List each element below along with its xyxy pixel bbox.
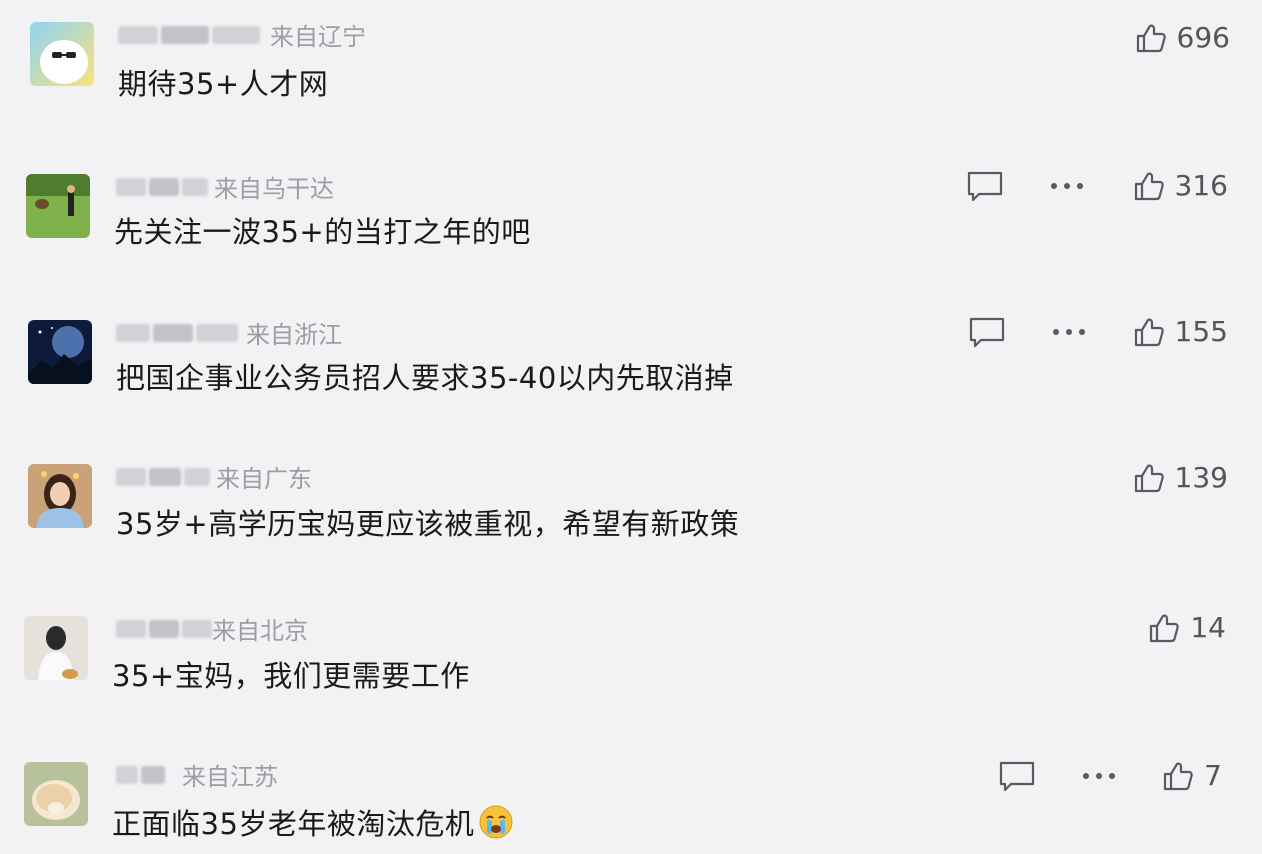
thumbs-up-icon[interactable] (1148, 612, 1180, 644)
comment-bubble-icon[interactable] (998, 759, 1036, 793)
like-count: 316 (1174, 169, 1228, 202)
location-label: 来自北京 (212, 617, 308, 645)
avatar[interactable] (28, 464, 92, 528)
more-dots-icon[interactable] (1052, 328, 1086, 336)
avatar[interactable] (30, 22, 94, 86)
location-label: 来自广东 (216, 465, 312, 493)
comment-text-content: 正面临35岁老年被淘汰危机 (112, 807, 475, 841)
location-label: 来自乌干达 (214, 175, 334, 203)
comment-text: 35岁+高学历宝妈更应该被重视，希望有新政策 (116, 507, 740, 541)
comment-text: 35+宝妈，我们更需要工作 (112, 659, 470, 693)
avatar-image (26, 174, 90, 238)
thumbs-up-icon[interactable] (1162, 760, 1194, 792)
like-count: 14 (1190, 611, 1226, 644)
like-count: 7 (1204, 759, 1222, 792)
comment-text: 正面临35岁老年被淘汰危机 (112, 804, 516, 848)
avatar-image (30, 22, 94, 86)
avatar-image (28, 320, 92, 384)
location-label: 来自江苏 (182, 763, 278, 791)
like-button[interactable]: 14 (1148, 608, 1226, 648)
comment-text: 把国企事业公务员招人要求35-40以内先取消掉 (116, 361, 734, 395)
avatar[interactable] (24, 762, 88, 826)
comment-actions (968, 312, 1086, 352)
like-button[interactable]: 155 (1133, 312, 1228, 352)
username-blurred[interactable] (116, 176, 208, 198)
username-blurred[interactable] (116, 322, 238, 344)
thumbs-up-icon[interactable] (1133, 170, 1165, 202)
thumbs-up-icon[interactable] (1133, 316, 1165, 348)
comment-text: 先关注一波35+的当打之年的吧 (114, 215, 531, 249)
like-button[interactable]: 696 (1135, 18, 1230, 58)
comment-actions (998, 756, 1116, 796)
thumbs-up-icon[interactable] (1135, 22, 1167, 54)
thumbs-up-icon[interactable] (1133, 462, 1165, 494)
username-blurred[interactable] (116, 764, 165, 786)
more-dots-icon[interactable] (1050, 182, 1084, 190)
username-blurred[interactable] (116, 618, 212, 640)
avatar-image (24, 762, 88, 826)
crying-face-emoji (476, 804, 516, 848)
like-count: 155 (1174, 315, 1228, 348)
comment-actions (966, 166, 1084, 206)
like-count: 696 (1176, 21, 1230, 54)
like-count: 139 (1174, 461, 1228, 494)
username-blurred[interactable] (118, 24, 260, 46)
like-button[interactable]: 7 (1162, 756, 1222, 796)
location-label: 来自浙江 (246, 321, 342, 349)
like-button[interactable]: 139 (1133, 458, 1228, 498)
more-dots-icon[interactable] (1082, 772, 1116, 780)
avatar-image (28, 464, 92, 528)
location-label: 来自辽宁 (270, 23, 366, 51)
comment-text: 期待35+人才网 (118, 67, 329, 101)
avatar[interactable] (24, 616, 88, 680)
avatar-image (24, 616, 88, 680)
like-button[interactable]: 316 (1133, 166, 1228, 206)
username-blurred[interactable] (116, 466, 210, 488)
avatar[interactable] (28, 320, 92, 384)
avatar[interactable] (26, 174, 90, 238)
comment-bubble-icon[interactable] (968, 315, 1006, 349)
comment-bubble-icon[interactable] (966, 169, 1004, 203)
